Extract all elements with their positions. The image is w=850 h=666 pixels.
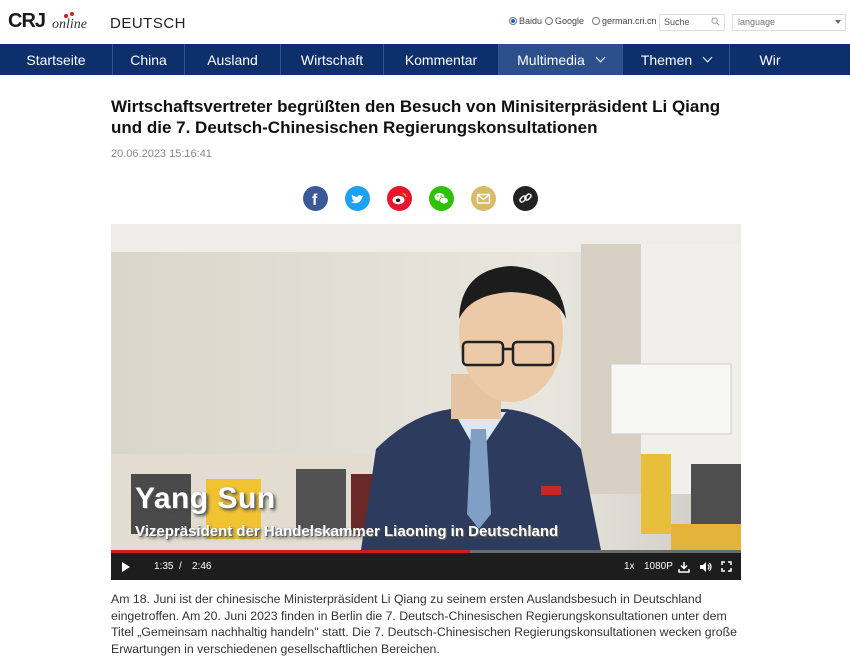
nav-item-wirtschaft[interactable]: Wirtschaft (281, 44, 384, 75)
svg-text:f: f (312, 192, 318, 209)
chevron-down-icon (835, 20, 841, 24)
link-icon[interactable] (513, 186, 538, 211)
quality-button[interactable]: 1080P (644, 553, 673, 580)
article-date: 20.06.2023 15:16:41 (111, 148, 212, 160)
video-caption-role: Vizepräsident der Handelskammer Liaoning… (135, 523, 559, 540)
search-icon[interactable] (711, 17, 720, 26)
nav-item-china[interactable]: China (113, 44, 185, 75)
nav-item-ausland[interactable]: Ausland (185, 44, 281, 75)
time-separator: / (179, 561, 182, 572)
chevron-down-icon (595, 52, 606, 63)
search-engine-baidu[interactable]: Baidu (509, 16, 542, 26)
language-select[interactable]: language (732, 14, 846, 31)
nav-item-themen[interactable]: Themen (623, 44, 730, 75)
volume-icon (700, 561, 712, 572)
site-language-label: DEUTSCH (110, 15, 187, 32)
video-caption-name: Yang Sun (135, 482, 276, 515)
video-player[interactable]: Yang Sun Vizepräsident der Handelskammer… (111, 224, 741, 580)
article-body: Am 18. Juni ist der chinesische Minister… (111, 592, 737, 656)
wechat-icon[interactable] (429, 186, 454, 211)
current-time: 1:35 (154, 561, 174, 572)
radio-icon[interactable] (509, 17, 517, 25)
share-bar: f (303, 186, 538, 211)
email-icon[interactable] (471, 186, 496, 211)
speed-button[interactable]: 1x (624, 553, 635, 580)
top-bar: CRJ online DEUTSCH Baidu Google german.c… (0, 0, 850, 44)
play-button[interactable] (121, 553, 131, 580)
duration: 2:46 (192, 561, 212, 572)
main-nav: Startseite China Ausland Wirtschaft Komm… (0, 44, 850, 75)
weibo-icon[interactable] (387, 186, 412, 211)
search-engine-cri[interactable]: german.cri.cn (592, 16, 657, 26)
radio-icon[interactable] (592, 17, 600, 25)
article-title: Wirtschaftsvertreter begrüßten den Besuc… (111, 97, 721, 137)
chevron-down-icon (702, 52, 713, 63)
search-engine-google[interactable]: Google (545, 16, 584, 26)
nav-item-startseite[interactable]: Startseite (0, 44, 113, 75)
download-button[interactable] (678, 553, 690, 580)
radio-icon[interactable] (545, 17, 553, 25)
nav-item-multimedia[interactable]: Multimedia (499, 44, 623, 75)
fullscreen-icon (721, 561, 732, 572)
site-logo[interactable]: CRJ online (8, 10, 96, 34)
volume-button[interactable] (699, 553, 712, 580)
twitter-icon[interactable] (345, 186, 370, 211)
download-icon (678, 561, 690, 573)
play-icon (122, 561, 130, 572)
nav-item-kommentar[interactable]: Kommentar (384, 44, 499, 75)
nav-item-wir[interactable]: Wir (730, 44, 810, 75)
video-controls: 1:35 / 2:46 1x 1080P (111, 553, 741, 580)
facebook-icon[interactable]: f (303, 186, 328, 211)
fullscreen-button[interactable] (721, 553, 732, 580)
